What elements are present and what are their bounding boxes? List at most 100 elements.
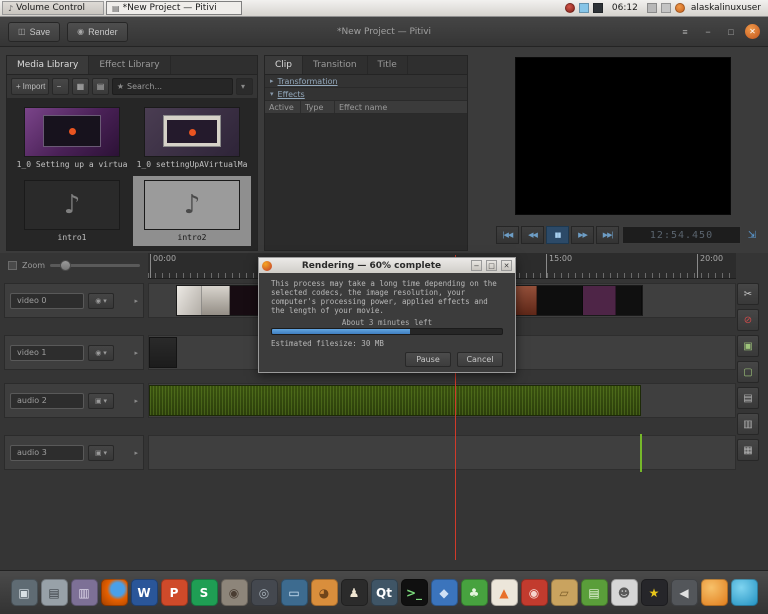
gimp-icon[interactable]: ◉: [221, 579, 248, 606]
track-name[interactable]: audio 3: [10, 445, 84, 461]
display-settings-icon[interactable]: ▣: [11, 579, 38, 606]
zoom-fit-button[interactable]: [8, 261, 17, 270]
copy-clip-button[interactable]: ▤: [737, 387, 759, 409]
maximize-button[interactable]: □: [722, 23, 740, 41]
vlc-icon[interactable]: ▲: [491, 579, 518, 606]
qt-creator-icon[interactable]: Qt: [371, 579, 398, 606]
fullscreen-button[interactable]: ⇲: [744, 227, 760, 243]
video-preview[interactable]: [515, 57, 731, 215]
audio-thumbnail: ♪: [144, 180, 240, 230]
track-name[interactable]: video 1: [10, 345, 84, 361]
split-clip-button[interactable]: ✂: [737, 283, 759, 305]
transformation-expander[interactable]: ▸ Transformation: [265, 75, 467, 88]
library-options-button[interactable]: ▾: [236, 78, 253, 95]
display-tray-icon[interactable]: [593, 3, 603, 13]
search-box[interactable]: ★: [112, 78, 233, 95]
tab-transition[interactable]: Transition: [303, 56, 368, 74]
track-mute-button[interactable]: ▣ ▾: [88, 393, 114, 409]
contacts-icon[interactable]: ☻: [611, 579, 638, 606]
chevron-right-icon[interactable]: ▸: [134, 449, 138, 457]
dialog-close-button[interactable]: ✕: [501, 260, 512, 271]
internet-app-icon[interactable]: ◆: [431, 579, 458, 606]
remove-asset-button[interactable]: −: [52, 78, 69, 95]
track-content-audio-3[interactable]: [148, 435, 736, 470]
monitor-icon[interactable]: ▭: [281, 579, 308, 606]
volume-mixer-icon[interactable]: ◀: [671, 579, 698, 606]
track-visibility-button[interactable]: ◉ ▾: [88, 293, 114, 309]
webcam-icon[interactable]: ◎: [251, 579, 278, 606]
media-clip-item-selected[interactable]: ♪ intro2: [133, 176, 251, 247]
presentation-icon[interactable]: P: [161, 579, 188, 606]
audacious-icon[interactable]: ◕: [311, 579, 338, 606]
tab-effect-library[interactable]: Effect Library: [89, 56, 170, 74]
seek-end-button[interactable]: ▶▶|: [596, 226, 619, 244]
track-name[interactable]: video 0: [10, 293, 84, 309]
video1-clip[interactable]: [149, 337, 177, 368]
media-clip-item[interactable]: 1_0 Setting up a virtua: [13, 103, 131, 174]
terminal-tray-icon[interactable]: [579, 3, 589, 13]
track-name[interactable]: audio 2: [10, 393, 84, 409]
zoom-slider[interactable]: [50, 264, 140, 267]
tux-icon[interactable]: ♟: [341, 579, 368, 606]
list-view-button[interactable]: ▤: [92, 78, 109, 95]
dialog-titlebar[interactable]: Rendering — 60% complete − □ ✕: [259, 258, 515, 273]
render-button[interactable]: ◉ Render: [67, 22, 128, 42]
network-tray-icon[interactable]: [647, 3, 657, 13]
input-method-tray-icon[interactable]: [661, 3, 671, 13]
green-app-icon[interactable]: ♣: [461, 579, 488, 606]
taskbar-button-pitivi[interactable]: ▤ *New Project — Pitivi: [106, 1, 242, 15]
import-button[interactable]: + Import: [11, 78, 49, 95]
delete-clip-button[interactable]: ⊘: [737, 309, 759, 331]
track-content-audio-2[interactable]: [148, 383, 736, 418]
chevron-right-icon[interactable]: ▸: [134, 397, 138, 405]
dialog-minimize-button[interactable]: −: [471, 260, 482, 271]
rewind-button[interactable]: ◀◀: [521, 226, 544, 244]
chevron-right-icon[interactable]: ▸: [134, 349, 138, 357]
transport-bar: |◀◀◀◀▮▮▶▶▶▶| 12:54.450 ⇲: [496, 225, 760, 245]
align-clips-button[interactable]: ▦: [737, 439, 759, 461]
effects-list[interactable]: [265, 114, 467, 250]
minimize-button[interactable]: −: [699, 23, 717, 41]
red-app-icon[interactable]: ◉: [521, 579, 548, 606]
track-mute-button[interactable]: ▣ ▾: [88, 445, 114, 461]
render-cancel-button[interactable]: Cancel: [457, 352, 503, 367]
session-tray-icon[interactable]: [675, 3, 685, 13]
ta skbar-button-volume-control[interactable]: ♪ Volume Control: [2, 1, 104, 15]
save-button[interactable]: ◫ Save: [8, 22, 60, 42]
word-processor-icon[interactable]: W: [131, 579, 158, 606]
render-pause-button[interactable]: Pause: [405, 352, 451, 367]
pause-button[interactable]: ▮▮: [546, 226, 569, 244]
terminal-icon[interactable]: >_: [401, 579, 428, 606]
orange-ball-icon[interactable]: [701, 579, 728, 606]
firefox-icon[interactable]: [101, 579, 128, 606]
paste-clip-button[interactable]: ▥: [737, 413, 759, 435]
seek-start-button[interactable]: |◀◀: [496, 226, 519, 244]
cyan-ball-icon[interactable]: [731, 579, 758, 606]
media-clip-item[interactable]: 1_0 settingUpAVirtualMa: [133, 103, 251, 174]
screencast-tray-icon[interactable]: [565, 3, 575, 13]
zoom-slider-handle[interactable]: [60, 260, 71, 271]
ungroup-clips-button[interactable]: ▢: [737, 361, 759, 383]
spreadsheet-icon[interactable]: S: [191, 579, 218, 606]
audio2-waveform-clip[interactable]: [149, 385, 641, 416]
chevron-right-icon[interactable]: ▸: [134, 297, 138, 305]
notes-icon[interactable]: ▤: [581, 579, 608, 606]
bee-app-icon[interactable]: ★: [641, 579, 668, 606]
search-input[interactable]: [127, 82, 228, 91]
effects-expander[interactable]: ▾ Effects: [265, 88, 467, 101]
close-button[interactable]: ✕: [745, 24, 760, 39]
clip-view-button[interactable]: ▦: [72, 78, 89, 95]
tab-clip[interactable]: Clip: [265, 56, 303, 74]
app-menu-button[interactable]: ≡: [676, 23, 694, 41]
track-visibility-button[interactable]: ◉ ▾: [88, 345, 114, 361]
file-manager-icon[interactable]: ▤: [41, 579, 68, 606]
display-settings-glyph: ▣: [18, 587, 29, 599]
dialog-maximize-button[interactable]: □: [486, 260, 497, 271]
package-manager-icon[interactable]: ▥: [71, 579, 98, 606]
tab-title[interactable]: Title: [368, 56, 408, 74]
group-clips-button[interactable]: ▣: [737, 335, 759, 357]
tab-media-library[interactable]: Media Library: [7, 56, 89, 74]
fast-forward-button[interactable]: ▶▶: [571, 226, 594, 244]
media-clip-item[interactable]: ♪ intro1: [13, 176, 131, 247]
folder-icon[interactable]: ▱: [551, 579, 578, 606]
